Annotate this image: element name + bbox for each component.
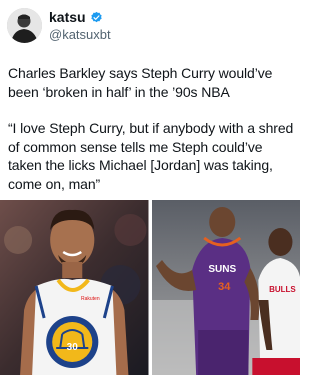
post-media: 30 Rakuten SUNS 34 BULLS	[0, 200, 300, 375]
post-paragraph-headline: Charles Barkley says Steph Curry would’v…	[8, 65, 273, 100]
jersey-number: 30	[67, 342, 79, 353]
steph-curry-photo[interactable]: 30 Rakuten	[0, 200, 149, 375]
post-header: katsu @katsuxbt	[0, 0, 300, 50]
jersey-sponsor: Rakuten	[81, 296, 100, 302]
bulls-wordmark: BULLS	[269, 285, 296, 294]
barkley-jordan-photo[interactable]: SUNS 34 BULLS	[151, 200, 300, 375]
post-paragraph-quote: “I love Steph Curry, but if anybody with…	[8, 120, 294, 192]
author-display-name[interactable]: katsu	[49, 9, 103, 26]
barkley-number: 34	[218, 281, 231, 293]
display-name-text[interactable]: katsu	[49, 9, 86, 26]
verified-badge-icon	[90, 11, 102, 23]
post-text: Charles Barkley says Steph Curry would’v…	[8, 64, 296, 193]
avatar[interactable]	[7, 8, 42, 43]
author-handle[interactable]: @katsuxbt	[49, 27, 111, 43]
suns-wordmark: SUNS	[208, 264, 236, 275]
